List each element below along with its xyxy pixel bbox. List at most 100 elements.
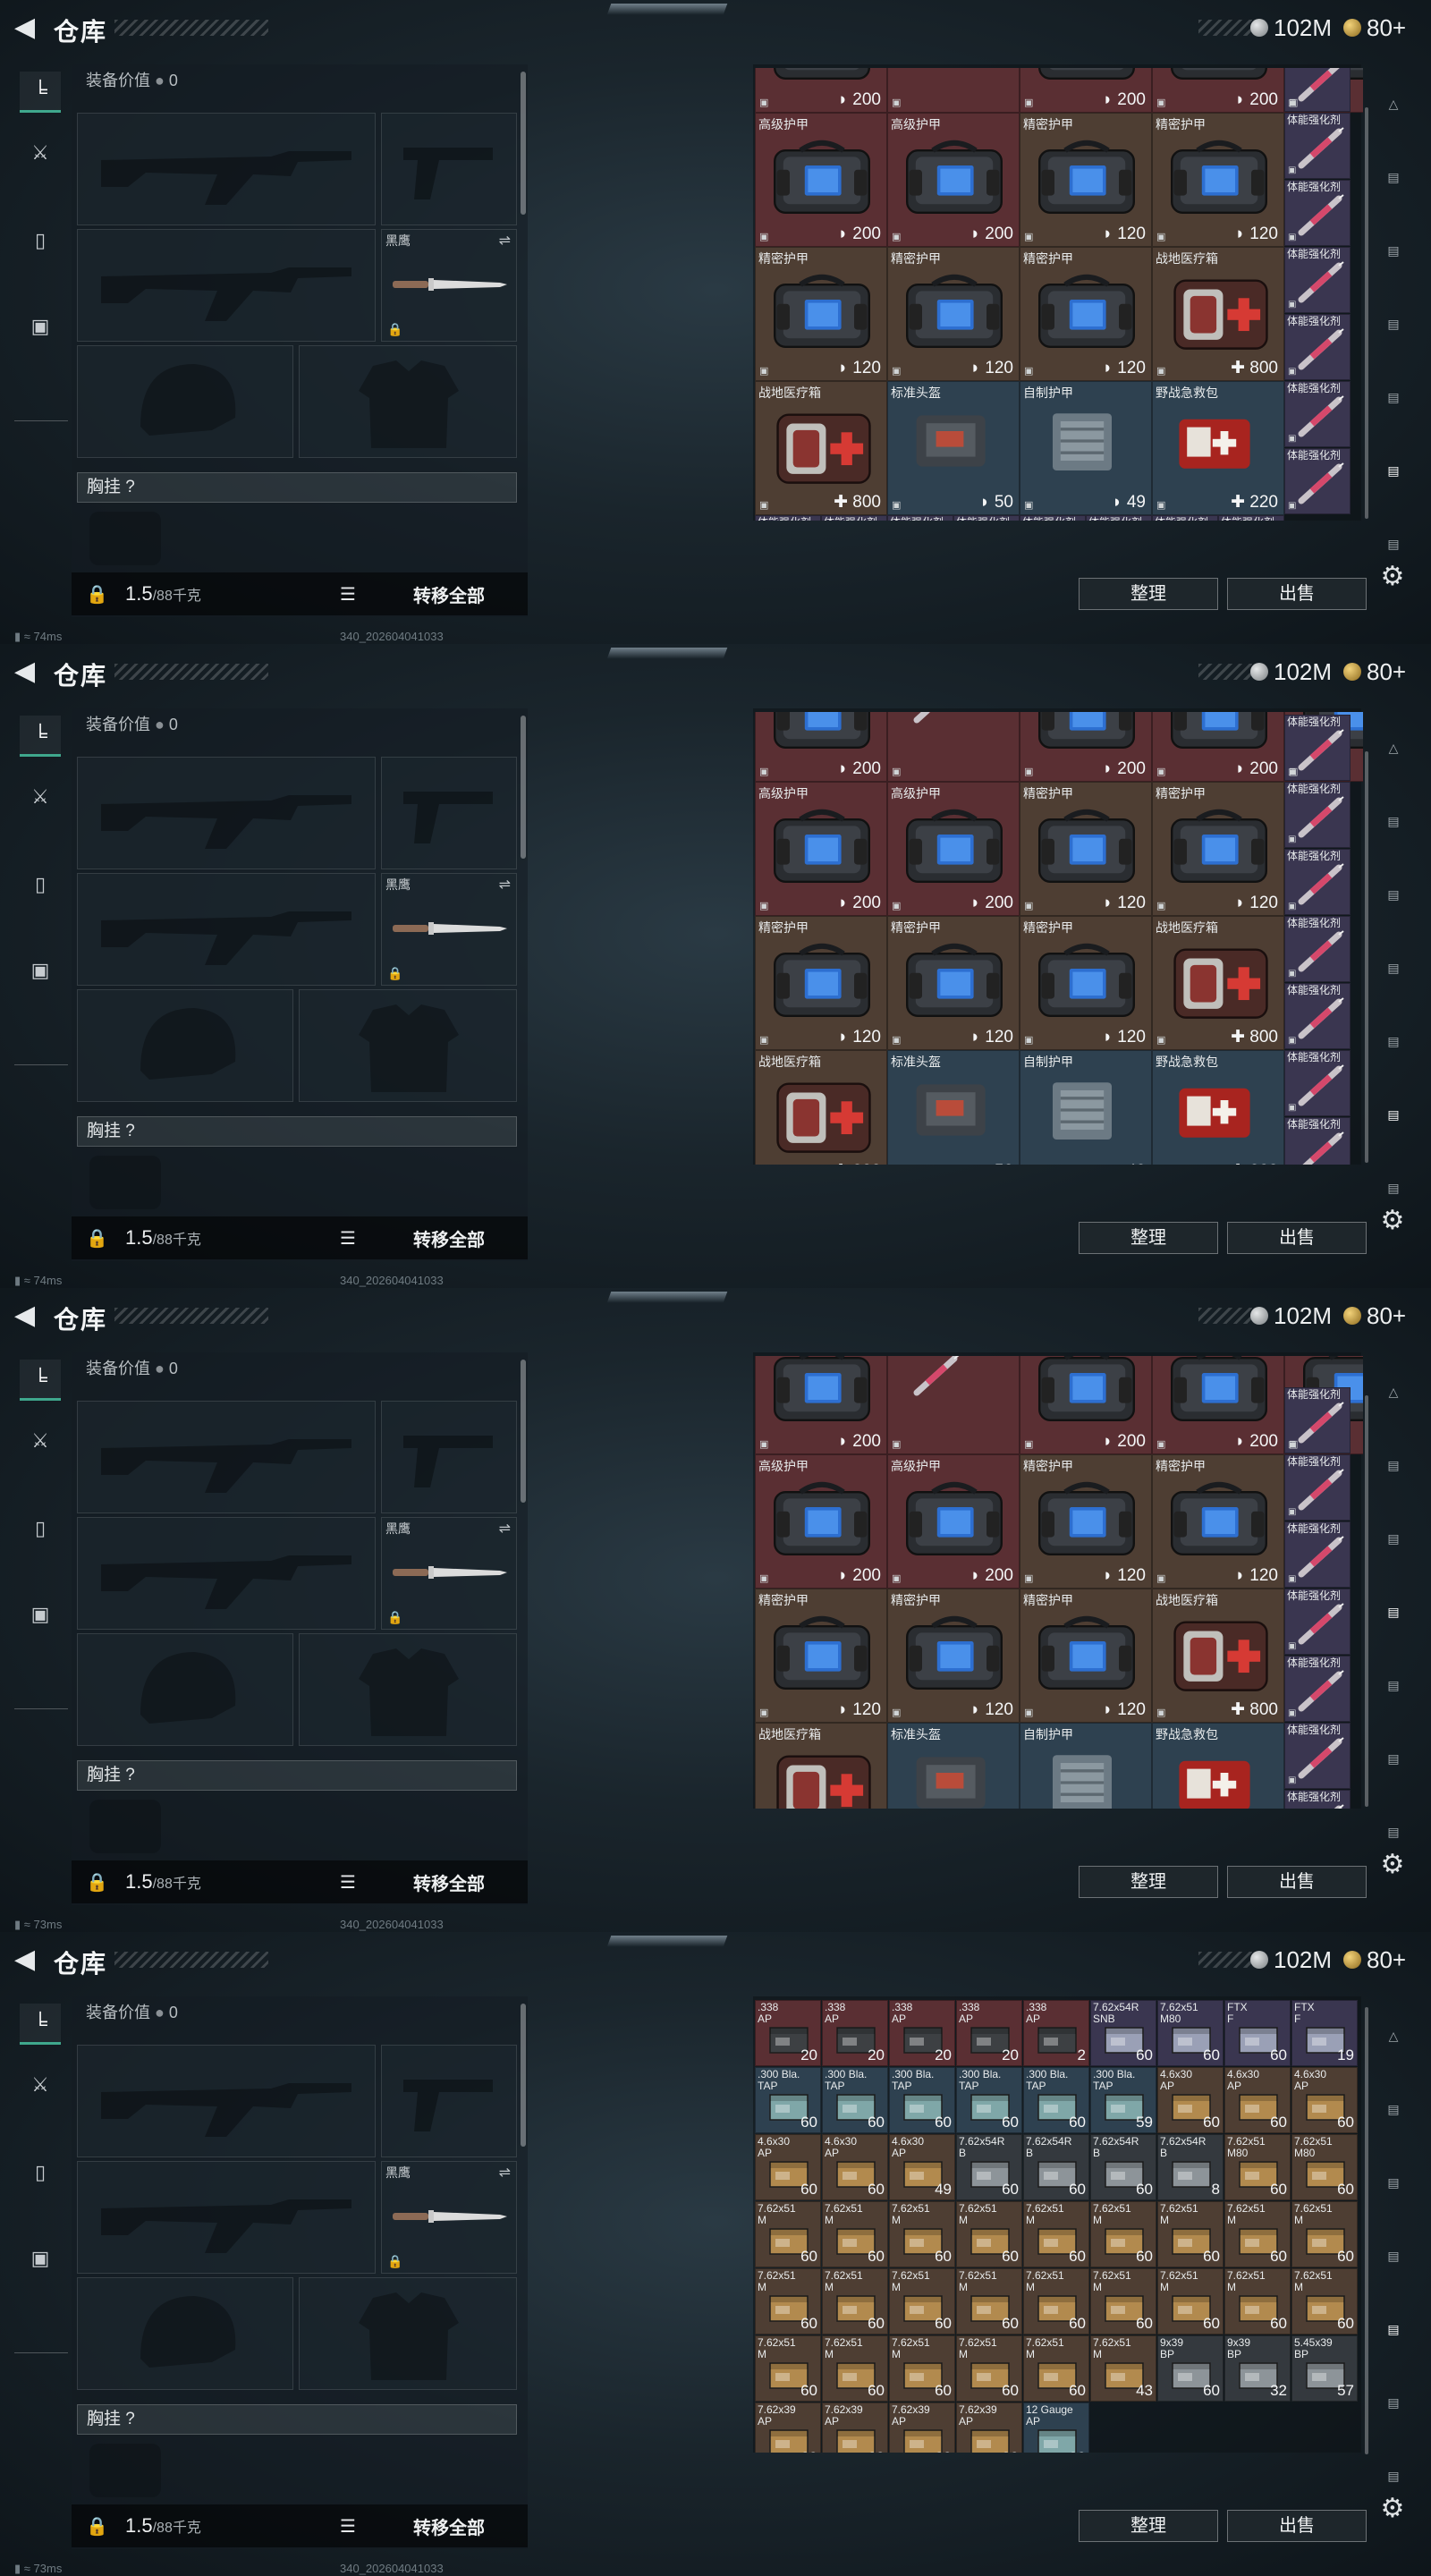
stim-item[interactable]: 体能强化剂▣ (1284, 68, 1351, 112)
medkit-item[interactable]: 战地医疗箱✚ 800▣ (755, 1723, 887, 1809)
storage-tab-5-icon[interactable]: ▤ (1374, 2385, 1413, 2420)
stim-item[interactable]: 体能强化剂▣ (1284, 314, 1351, 380)
stim-item[interactable]: 体能强化剂▣ (1284, 1387, 1351, 1453)
medkit-item[interactable]: 野战急救包✚ 220▣ (1152, 381, 1284, 515)
armor-item[interactable]: 自制护甲◗ 49▣ (1020, 1723, 1152, 1809)
medkit-item[interactable]: 战地医疗箱✚ 800▣ (755, 381, 887, 515)
ammo-item[interactable]: 7.62x54R SNB 60 (1090, 2000, 1156, 2066)
transfer-all-button[interactable]: 转移全部 (413, 581, 485, 607)
settings-gear-icon[interactable]: ⚙ (1377, 1850, 1408, 1880)
armor-item[interactable]: 高级护甲 ◗ 200 ▣ (755, 113, 887, 247)
ammo-item[interactable]: 7.62x51 M 60 (1224, 2268, 1291, 2334)
ammo-item[interactable]: .338 AP 2 (1023, 2000, 1089, 2066)
sort-button[interactable]: 整理 (1079, 578, 1218, 610)
equipment-scrollbar[interactable] (521, 2004, 526, 2147)
back-arrow-icon[interactable]: ◀ (14, 1945, 41, 1975)
armor-item[interactable]: ◗ 200 ▣ (1020, 68, 1152, 113)
armor-item[interactable]: 标准头盔◗ 50▣ (887, 1050, 1020, 1165)
stim-item[interactable]: 体能强化剂▣ (1284, 448, 1351, 514)
back-arrow-icon[interactable]: ◀ (14, 13, 41, 43)
stim-item[interactable]: 体能强化剂▣ (1284, 1723, 1351, 1789)
storage-tab-1-icon[interactable]: ▤ (1374, 2091, 1413, 2127)
list-icon[interactable]: ☰ (340, 2515, 356, 2538)
armor-item[interactable]: 标准头盔◗ 50▣ (887, 381, 1020, 515)
ammo-item[interactable]: 7.62x39 AP 60 (822, 2402, 888, 2453)
swap-icon[interactable]: ⇌ (499, 2164, 511, 2182)
storage-tab-2-icon[interactable]: ▤ (1374, 1521, 1413, 1556)
ammo-item[interactable]: 4.6x30 AP 60 (1157, 2067, 1224, 2133)
gold-currency[interactable]: 80+ (1343, 657, 1406, 687)
backpack-icon[interactable]: ▯ (20, 2152, 61, 2193)
armor-item[interactable]: ◗ 200 ▣ (755, 1356, 887, 1454)
stim-item[interactable]: 体能强化剂▣ (1020, 515, 1086, 521)
armor-item[interactable]: ◗ 200 ▣ (1152, 1356, 1284, 1454)
lock-icon[interactable]: 🔒 (86, 1871, 108, 1894)
gold-currency[interactable]: 80+ (1343, 1301, 1406, 1331)
vest-icon[interactable]: ⚔ (20, 776, 61, 818)
ammo-item[interactable]: 4.6x30 AP 49 (889, 2134, 955, 2200)
silver-currency[interactable]: 102M (1250, 1945, 1332, 1975)
silver-currency[interactable]: 102M (1250, 657, 1332, 687)
sort-button[interactable]: 整理 (1079, 1866, 1218, 1898)
chest-rig-slot[interactable]: 胸挂 ? (77, 1116, 517, 1147)
stim-item[interactable]: 体能强化剂▣ (1284, 983, 1351, 1049)
stim-item[interactable]: 体能强化剂▣ (1284, 1454, 1351, 1521)
primary-weapon-slot[interactable] (77, 1401, 376, 1513)
ammo-item[interactable]: FTX F 19 (1291, 2000, 1358, 2066)
stim-item[interactable]: 体能强化剂▣ (1284, 1117, 1351, 1165)
chest-rig-slot[interactable]: 胸挂 ? (77, 1760, 517, 1791)
stim-item[interactable]: 体能强化剂▣ (1284, 381, 1351, 447)
ammo-item[interactable]: .300 Bla. TAP 60 (889, 2067, 955, 2133)
vest-icon[interactable]: ⚔ (20, 132, 61, 174)
lock-icon[interactable]: 🔒 (86, 583, 108, 606)
stim-item[interactable]: 体能强化剂▣ (1218, 515, 1284, 521)
transfer-all-button[interactable]: 转移全部 (413, 1225, 485, 1251)
stim-item[interactable]: ▣ (887, 712, 1020, 782)
storage-tab-5-icon[interactable]: ▤ (1374, 1741, 1413, 1776)
swap-icon[interactable]: ⇌ (499, 232, 511, 250)
ammo-item[interactable]: 7.62x51 M 60 (1157, 2201, 1224, 2267)
vault-tab-icon[interactable]: △ (1374, 2018, 1413, 2054)
secondary-weapon-slot[interactable] (77, 229, 376, 342)
stim-item[interactable]: 体能强化剂▣ (755, 515, 821, 521)
ammo-item[interactable]: FTX F 60 (1224, 2000, 1291, 2066)
stim-item[interactable]: 体能强化剂▣ (1284, 113, 1351, 179)
armor-item[interactable]: 精密护甲 ◗ 120 ▣ (1020, 782, 1152, 916)
backpack-icon[interactable]: ▯ (20, 1508, 61, 1549)
ammo-item[interactable]: .300 Bla. TAP 60 (1023, 2067, 1089, 2133)
armor-item[interactable]: 精密护甲 ◗ 120 ▣ (755, 916, 887, 1050)
armor-item[interactable]: 精密护甲 ◗ 120 ▣ (1020, 1454, 1152, 1589)
ammo-item[interactable]: 7.62x39 AP 20 (956, 2402, 1022, 2453)
ammo-item[interactable]: 7.62x54R B 8 (1157, 2134, 1224, 2200)
equipment-scrollbar[interactable] (521, 72, 526, 215)
medkit-item[interactable]: 野战急救包✚ 220▣ (1152, 1723, 1284, 1809)
melee-slot[interactable]: 黑鹰 ⇌ 🔒 (381, 229, 517, 342)
stim-item[interactable]: ▣ (887, 68, 1020, 113)
ammo-item[interactable]: 7.62x51 M 60 (956, 2201, 1022, 2267)
lock-icon[interactable]: 🔒 (86, 2515, 108, 2538)
armor-item[interactable]: 标准头盔◗ 50▣ (887, 1723, 1020, 1809)
ammo-item[interactable]: 7.62x39 AP 60 (755, 2402, 821, 2453)
ammo-item[interactable]: 7.62x51 M 60 (1224, 2201, 1291, 2267)
armor-item[interactable]: 高级护甲 ◗ 200 ▣ (887, 1454, 1020, 1589)
ammo-item[interactable]: .338 AP 20 (956, 2000, 1022, 2066)
ammo-item[interactable]: 7.62x51 M 60 (889, 2268, 955, 2334)
settings-gear-icon[interactable]: ⚙ (1377, 1206, 1408, 1236)
ammo-item[interactable]: 7.62x39 AP 60 (889, 2402, 955, 2453)
case-icon[interactable]: ▣ (20, 2238, 61, 2279)
armor-item[interactable]: 高级护甲 ◗ 200 ▣ (755, 782, 887, 916)
storage-tab-3-icon[interactable]: ▤ (1374, 2238, 1413, 2274)
storage-tab-6-icon[interactable]: ▤ (1374, 1170, 1413, 1206)
storage-tab-2-icon[interactable]: ▤ (1374, 2165, 1413, 2200)
ammo-item[interactable]: .300 Bla. TAP 59 (1090, 2067, 1156, 2133)
back-arrow-icon[interactable]: ◀ (14, 657, 41, 687)
stim-item[interactable]: 体能强化剂▣ (1284, 180, 1351, 246)
sort-button[interactable]: 整理 (1079, 2510, 1218, 2542)
armor-item[interactable]: 高级护甲 ◗ 200 ▣ (887, 113, 1020, 247)
ammo-item[interactable]: 7.62x51 M 60 (755, 2335, 821, 2402)
armor-item[interactable]: 精密护甲 ◗ 120 ▣ (1020, 113, 1152, 247)
ammo-item[interactable]: 4.6x30 AP 60 (1224, 2067, 1291, 2133)
ammo-item[interactable]: 7.62x51 M 60 (1090, 2268, 1156, 2334)
body-armor-slot[interactable] (299, 1633, 517, 1746)
ammo-item[interactable]: 4.6x30 AP 60 (755, 2134, 821, 2200)
